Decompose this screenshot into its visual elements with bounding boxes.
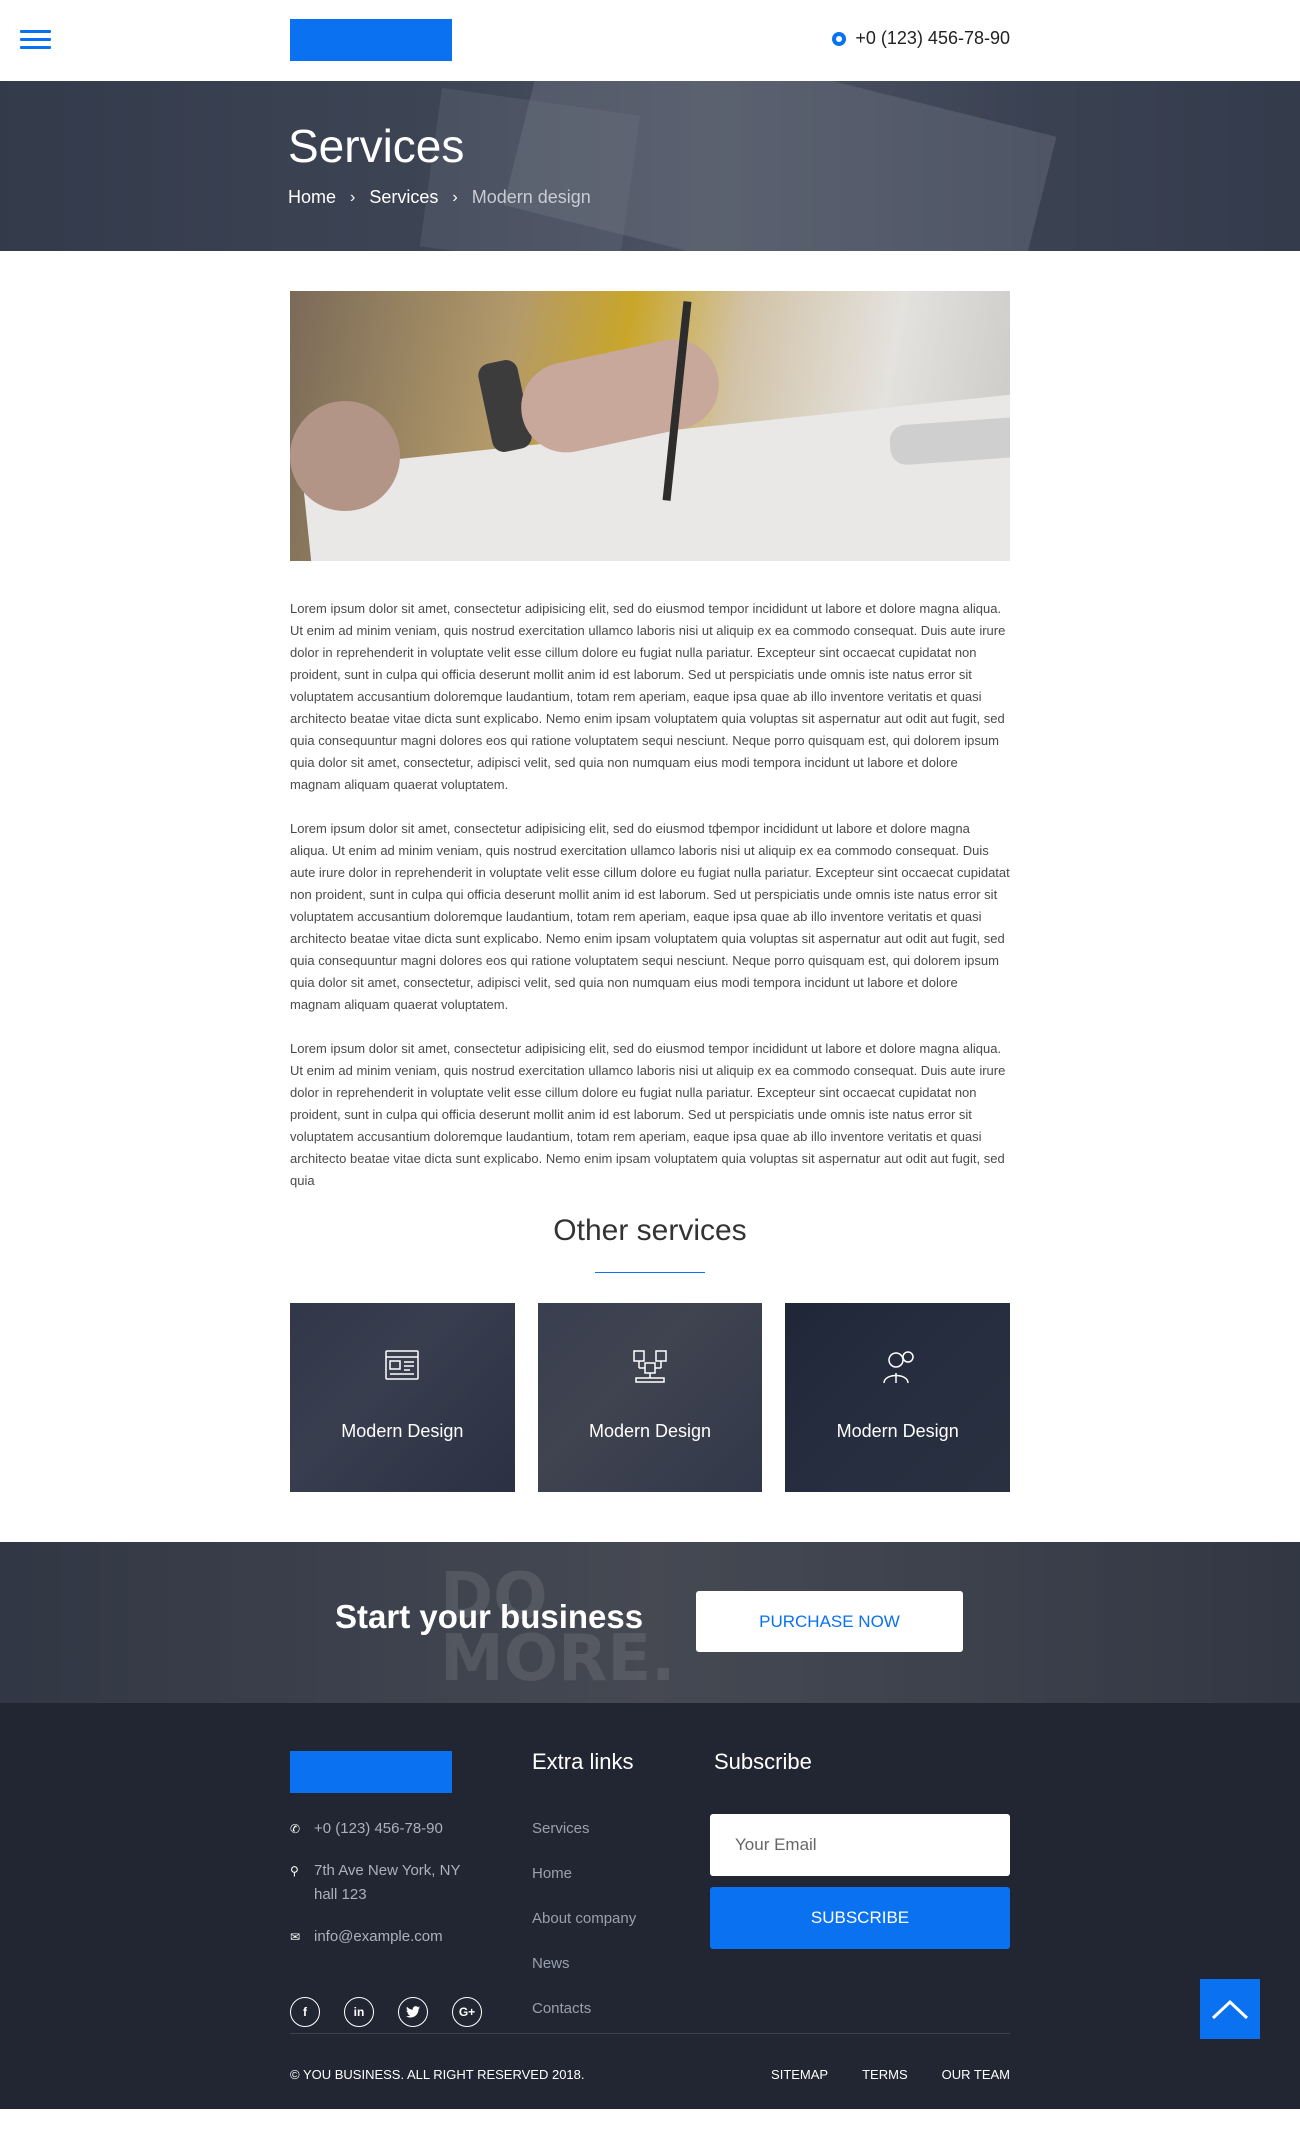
service-card[interactable]: Modern Design (537, 1303, 763, 1492)
breadcrumb-home[interactable]: Home (288, 187, 336, 208)
cta-title: Start your business (335, 1598, 644, 1635)
footer-address: ⚲ 7th Ave New York, NY hall 123 (290, 1859, 460, 1907)
subscribe-title: Subscribe (714, 1749, 812, 1774)
site-footer: ✆ +0 (123) 456-78-90 ⚲ 7th Ave New York,… (0, 1703, 1300, 2109)
phone-icon: ✆ (290, 1822, 301, 1836)
service-card-label: Modern Design (341, 1421, 464, 1441)
article-text: Lorem ipsum dolor sit amet, consectetur … (290, 598, 1010, 1192)
other-services: Other services Modern Design Modern Desi… (290, 1214, 1011, 1492)
section-title: Other services (553, 1214, 747, 1247)
banner-overlay (0, 81, 1300, 251)
cta-section: DO MORE. Start your business PURCHASE NOW (0, 1542, 1300, 1703)
back-to-top-button[interactable] (1200, 1979, 1260, 2039)
header-phone-text: +0 (123) 456-78-90 (855, 28, 1010, 48)
service-cards: Modern Design Modern Design Modern Desig… (290, 1303, 1011, 1492)
header-phone[interactable]: +0 (123) 456-78-90 (832, 28, 1010, 49)
page-title: Services (288, 120, 465, 172)
paragraph: Lorem ipsum dolor sit amet, consectetur … (290, 601, 1006, 792)
sitemap-link[interactable]: SITEMAP (771, 2067, 828, 2082)
extra-links-title: Extra links (532, 1749, 634, 1774)
email-field[interactable] (710, 1814, 1010, 1876)
footer-link-news[interactable]: News (532, 1952, 636, 1976)
footer-email[interactable]: ✉ info@example.com (290, 1925, 460, 1949)
footer-link-home[interactable]: Home (532, 1862, 636, 1886)
chevron-right-icon: › (350, 188, 356, 206)
main-content: Lorem ipsum dolor sit amet, consectetur … (290, 291, 1011, 1492)
address-line-2: hall 123 (314, 1886, 367, 1903)
linkedin-icon[interactable]: in (344, 1997, 374, 2027)
footer-logo[interactable] (290, 1751, 452, 1793)
breadcrumb: Home › Services › Modern design (288, 187, 591, 208)
footer-link-about[interactable]: About company (532, 1907, 636, 1931)
service-card[interactable]: Modern Design (290, 1303, 515, 1492)
facebook-icon[interactable]: f (290, 1997, 320, 2027)
extra-links: Services Home About company News Contact… (532, 1817, 636, 2042)
footer-contacts: ✆ +0 (123) 456-78-90 ⚲ 7th Ave New York,… (290, 1817, 460, 1967)
chevron-up-icon (1211, 1999, 1249, 2020)
service-card-label: Modern Design (836, 1421, 959, 1441)
copyright: © YOU BUSINESS. ALL RIGHT RESERVED 2018. (290, 2067, 585, 2082)
logo[interactable] (290, 19, 452, 61)
mail-icon: ✉ (290, 1930, 301, 1944)
twitter-icon[interactable] (398, 1997, 428, 2027)
footer-address-text: 7th Ave New York, NY hall 123 (314, 1859, 460, 1907)
phone-icon (832, 31, 847, 46)
our-team-link[interactable]: OUR TEAM (942, 2067, 1010, 2082)
chevron-right-icon: › (452, 188, 458, 206)
network-icon (633, 1350, 667, 1383)
title-underline (595, 1272, 705, 1273)
paragraph: Lorem ipsum dolor sit amet, consectetur … (290, 821, 1010, 1012)
web-design-icon (385, 1350, 420, 1380)
page-banner: Services Home › Services › Modern design (0, 81, 1300, 251)
site-header: +0 (123) 456-78-90 (0, 0, 1300, 81)
footer-phone-text: +0 (123) 456-78-90 (314, 1820, 443, 1837)
menu-icon[interactable] (20, 30, 51, 50)
paragraph: Lorem ipsum dolor sit amet, consectetur … (290, 1041, 1006, 1188)
developer-icon (882, 1351, 914, 1384)
google-plus-icon[interactable]: G+ (452, 1997, 482, 2027)
terms-link[interactable]: TERMS (862, 2067, 908, 2082)
location-pin-icon: ⚲ (290, 1864, 299, 1878)
service-card[interactable]: Modern Design (785, 1303, 1011, 1492)
subscribe-button[interactable]: SUBSCRIBE (710, 1887, 1010, 1949)
footer-link-services[interactable]: Services (532, 1817, 636, 1841)
service-card-label: Modern Design (588, 1421, 712, 1441)
address-line-1: 7th Ave New York, NY (314, 1862, 461, 1879)
breadcrumb-current: Modern design (471, 187, 591, 207)
footer-link-contacts[interactable]: Contacts (532, 1997, 636, 2021)
footer-nav: SITEMAP TERMS OUR TEAM (771, 2067, 1010, 2082)
footer-divider (290, 2033, 1010, 2034)
purchase-now-button[interactable]: PURCHASE NOW (696, 1591, 963, 1652)
footer-phone[interactable]: ✆ +0 (123) 456-78-90 (290, 1817, 460, 1841)
hero-image (290, 291, 1010, 561)
footer-email-text: info@example.com (314, 1928, 443, 1945)
breadcrumb-services[interactable]: Services (369, 187, 438, 208)
social-links: f in G+ (290, 1997, 482, 2027)
